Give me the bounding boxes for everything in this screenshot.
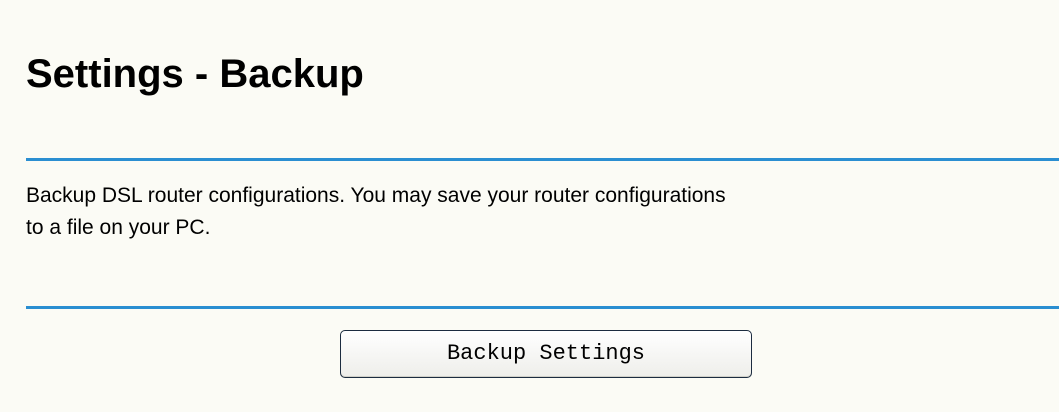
description-line-2: to a file on your PC. xyxy=(26,216,211,239)
page-title: Settings - Backup xyxy=(26,52,364,96)
top-divider xyxy=(26,158,1059,161)
description-line-1: Backup DSL router configurations. You ma… xyxy=(26,184,726,207)
bottom-divider xyxy=(26,306,1059,309)
backup-settings-button[interactable]: Backup Settings xyxy=(340,330,752,378)
page-description: Backup DSL router configurations. You ma… xyxy=(26,180,1059,244)
